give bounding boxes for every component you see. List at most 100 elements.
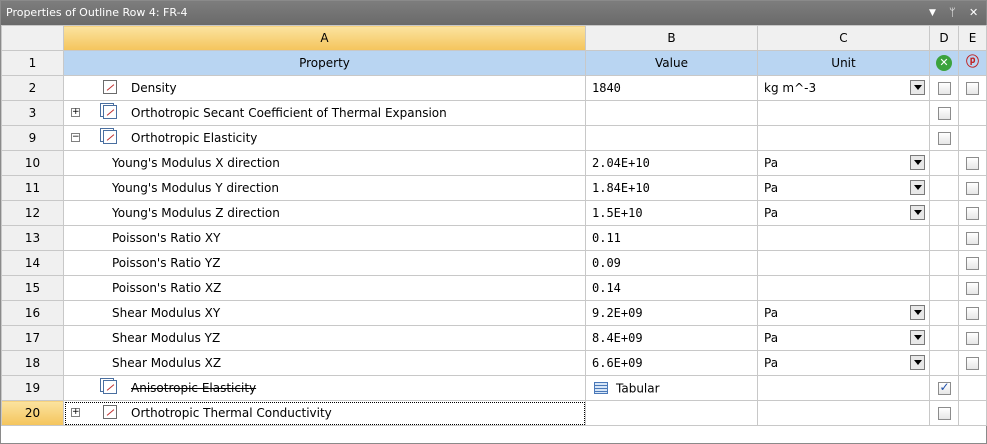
- table-row[interactable]: 11 Young's Modulus Y direction 1.84E+10 …: [1, 175, 987, 201]
- unit-cell[interactable]: [757, 400, 930, 426]
- row-number[interactable]: 13: [1, 225, 64, 251]
- unit-dropdown-button[interactable]: [910, 330, 925, 345]
- value-cell[interactable]: Tabular: [585, 375, 758, 401]
- unit-dropdown-button[interactable]: [910, 180, 925, 195]
- column-header-a[interactable]: A: [63, 25, 586, 51]
- unit-cell[interactable]: Pa: [757, 325, 930, 351]
- unit-cell[interactable]: [757, 225, 930, 251]
- parameter-checkbox[interactable]: [966, 257, 979, 270]
- table-row-selected[interactable]: 20 + Orthotropic Thermal Conductivity: [1, 400, 987, 426]
- parameter-checkbox[interactable]: [966, 207, 979, 220]
- table-row[interactable]: 13 Poisson's Ratio XY 0.11: [1, 225, 987, 251]
- parameter-checkbox[interactable]: [966, 182, 979, 195]
- unit-dropdown-button[interactable]: [910, 355, 925, 370]
- table-row[interactable]: 10 Young's Modulus X direction 2.04E+10 …: [1, 150, 987, 176]
- value-cell[interactable]: 1.84E+10: [585, 175, 758, 201]
- value-cell[interactable]: 9.2E+09: [585, 300, 758, 326]
- chart-checkbox[interactable]: [937, 132, 951, 145]
- table-row[interactable]: 3 + Orthotropic Secant Coefficient of Th…: [1, 100, 987, 126]
- unit-dropdown-button[interactable]: [910, 80, 925, 95]
- row-number[interactable]: 2: [1, 75, 64, 101]
- property-cell[interactable]: Poisson's Ratio XY: [63, 225, 586, 251]
- table-row[interactable]: 17 Shear Modulus YZ 8.4E+09 Pa: [1, 325, 987, 351]
- property-cell[interactable]: Shear Modulus XY: [63, 300, 586, 326]
- collapse-icon[interactable]: −: [71, 133, 80, 142]
- table-row[interactable]: 15 Poisson's Ratio XZ 0.14: [1, 275, 987, 301]
- row-number[interactable]: 3: [1, 100, 64, 126]
- value-cell[interactable]: 1.5E+10: [585, 200, 758, 226]
- unit-cell[interactable]: [757, 250, 930, 276]
- value-cell[interactable]: 0.09: [585, 250, 758, 276]
- property-cell[interactable]: Shear Modulus XZ: [63, 350, 586, 376]
- row-number[interactable]: 16: [1, 300, 64, 326]
- value-cell[interactable]: 0.14: [585, 275, 758, 301]
- property-cell[interactable]: Young's Modulus Y direction: [63, 175, 586, 201]
- table-row[interactable]: 9 − Orthotropic Elasticity: [1, 125, 987, 151]
- property-cell[interactable]: Density: [63, 75, 586, 101]
- row-number[interactable]: 18: [1, 350, 64, 376]
- unit-cell[interactable]: Pa: [757, 300, 930, 326]
- close-icon[interactable]: ✕: [969, 1, 978, 25]
- property-cell[interactable]: − Orthotropic Elasticity: [63, 125, 586, 151]
- corner-cell[interactable]: [1, 25, 64, 51]
- property-cell[interactable]: Young's Modulus Z direction: [63, 200, 586, 226]
- value-cell[interactable]: 6.6E+09: [585, 350, 758, 376]
- parameter-checkbox[interactable]: [966, 332, 979, 345]
- parameter-checkbox[interactable]: [966, 357, 979, 370]
- unit-cell[interactable]: [757, 100, 930, 126]
- column-header-c[interactable]: C: [757, 25, 930, 51]
- unit-cell[interactable]: [757, 375, 930, 401]
- unit-cell[interactable]: Pa: [757, 200, 930, 226]
- parameter-checkbox[interactable]: [966, 157, 979, 170]
- table-row[interactable]: 19 Anisotropic Elasticity Tabular: [1, 375, 987, 401]
- parameter-checkbox[interactable]: [966, 82, 979, 95]
- property-cell[interactable]: + Orthotropic Secant Coefficient of Ther…: [63, 100, 586, 126]
- table-row[interactable]: 18 Shear Modulus XZ 6.6E+09 Pa: [1, 350, 987, 376]
- unit-cell[interactable]: kg m^-3: [757, 75, 930, 101]
- row-number[interactable]: 17: [1, 325, 64, 351]
- row-number[interactable]: 19: [1, 375, 64, 401]
- dropdown-arrow-icon[interactable]: ▼: [929, 1, 936, 25]
- value-cell[interactable]: 0.11: [585, 225, 758, 251]
- parameter-checkbox[interactable]: [966, 307, 979, 320]
- value-cell[interactable]: 1840: [585, 75, 758, 101]
- property-cell[interactable]: Shear Modulus YZ: [63, 325, 586, 351]
- unit-cell[interactable]: [757, 275, 930, 301]
- value-cell[interactable]: [585, 125, 758, 151]
- chart-checkbox[interactable]: [937, 82, 951, 95]
- property-cell[interactable]: Poisson's Ratio YZ: [63, 250, 586, 276]
- table-row[interactable]: 12 Young's Modulus Z direction 1.5E+10 P…: [1, 200, 987, 226]
- unit-dropdown-button[interactable]: [910, 305, 925, 320]
- table-row[interactable]: 14 Poisson's Ratio YZ 0.09: [1, 250, 987, 276]
- property-cell[interactable]: Young's Modulus X direction: [63, 150, 586, 176]
- property-cell[interactable]: Anisotropic Elasticity: [63, 375, 586, 401]
- unit-dropdown-button[interactable]: [910, 205, 925, 220]
- column-header-b[interactable]: B: [585, 25, 758, 51]
- expand-icon[interactable]: +: [71, 108, 80, 117]
- unit-cell[interactable]: Pa: [757, 175, 930, 201]
- chart-checkbox[interactable]: [937, 107, 951, 120]
- row-number[interactable]: 20: [1, 400, 64, 426]
- chart-checkbox[interactable]: [937, 407, 951, 420]
- parameter-checkbox[interactable]: [966, 282, 979, 295]
- row-number[interactable]: 10: [1, 150, 64, 176]
- value-cell[interactable]: [585, 400, 758, 426]
- column-header-d[interactable]: D: [929, 25, 959, 51]
- value-cell[interactable]: 8.4E+09: [585, 325, 758, 351]
- unit-cell[interactable]: [757, 125, 930, 151]
- value-cell[interactable]: 2.04E+10: [585, 150, 758, 176]
- table-row[interactable]: 2 Density 1840 kg m^-3: [1, 75, 987, 101]
- row-number[interactable]: 11: [1, 175, 64, 201]
- unit-dropdown-button[interactable]: [910, 155, 925, 170]
- table-row[interactable]: 16 Shear Modulus XY 9.2E+09 Pa: [1, 300, 987, 326]
- value-cell[interactable]: [585, 100, 758, 126]
- property-cell[interactable]: Poisson's Ratio XZ: [63, 275, 586, 301]
- pin-icon[interactable]: ᛘ: [949, 1, 956, 25]
- chart-checkbox-checked[interactable]: [937, 380, 951, 395]
- unit-cell[interactable]: Pa: [757, 350, 930, 376]
- row-number[interactable]: 15: [1, 275, 64, 301]
- row-number[interactable]: 9: [1, 125, 64, 151]
- row-number[interactable]: 14: [1, 250, 64, 276]
- expand-icon[interactable]: +: [71, 408, 80, 417]
- unit-cell[interactable]: Pa: [757, 150, 930, 176]
